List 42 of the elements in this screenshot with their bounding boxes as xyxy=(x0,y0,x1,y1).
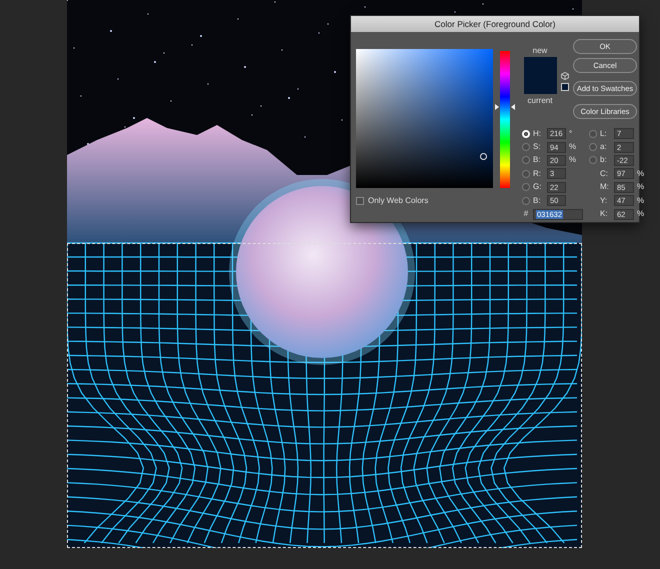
field-label: b: xyxy=(600,154,608,166)
unit-label: % xyxy=(637,181,643,194)
field-label: M: xyxy=(600,181,610,194)
checkbox-label: Only Web Colors xyxy=(368,195,428,207)
unit-label: ° xyxy=(569,128,574,140)
radio-button[interactable] xyxy=(522,170,530,178)
field-label: Y: xyxy=(600,194,608,207)
radio-button[interactable] xyxy=(522,183,530,192)
unit-label: % xyxy=(569,154,575,166)
radio-button[interactable] xyxy=(589,143,597,152)
color-marker[interactable] xyxy=(480,153,487,160)
field-label: S: xyxy=(533,141,542,154)
hue-slider-thumb[interactable] xyxy=(495,101,515,108)
color-swatch-icon[interactable] xyxy=(561,83,569,91)
radio-button[interactable] xyxy=(522,143,530,152)
hex-label: # xyxy=(522,208,530,220)
field-label: B: xyxy=(533,194,542,207)
unit-label: % xyxy=(637,208,643,220)
new-color-swatch xyxy=(524,57,556,76)
dialog-title: Color Picker (Foreground Color) xyxy=(351,16,639,32)
field-label: B: xyxy=(533,154,542,166)
color-field[interactable] xyxy=(356,49,493,188)
field-label: a: xyxy=(600,141,608,154)
field-label: K: xyxy=(600,208,609,220)
checkbox[interactable] xyxy=(356,197,364,205)
unit-label: % xyxy=(569,141,575,154)
radio-button[interactable] xyxy=(589,156,597,164)
field-label: G: xyxy=(533,181,542,194)
field-label: L: xyxy=(600,128,608,140)
new-label: new xyxy=(532,46,548,55)
unit-label: % xyxy=(637,194,643,207)
unit-label: % xyxy=(637,168,643,180)
field-label: H: xyxy=(533,128,542,140)
current-label: current xyxy=(528,96,552,105)
radio-button[interactable] xyxy=(522,196,530,205)
radio-button[interactable] xyxy=(522,156,530,164)
hue-slider[interactable] xyxy=(495,51,515,188)
radio-button[interactable] xyxy=(589,130,597,138)
field-label: C: xyxy=(600,168,609,180)
cube-icon[interactable] xyxy=(561,72,569,80)
current-color-swatch[interactable] xyxy=(524,76,556,94)
field-label: R: xyxy=(533,168,542,180)
